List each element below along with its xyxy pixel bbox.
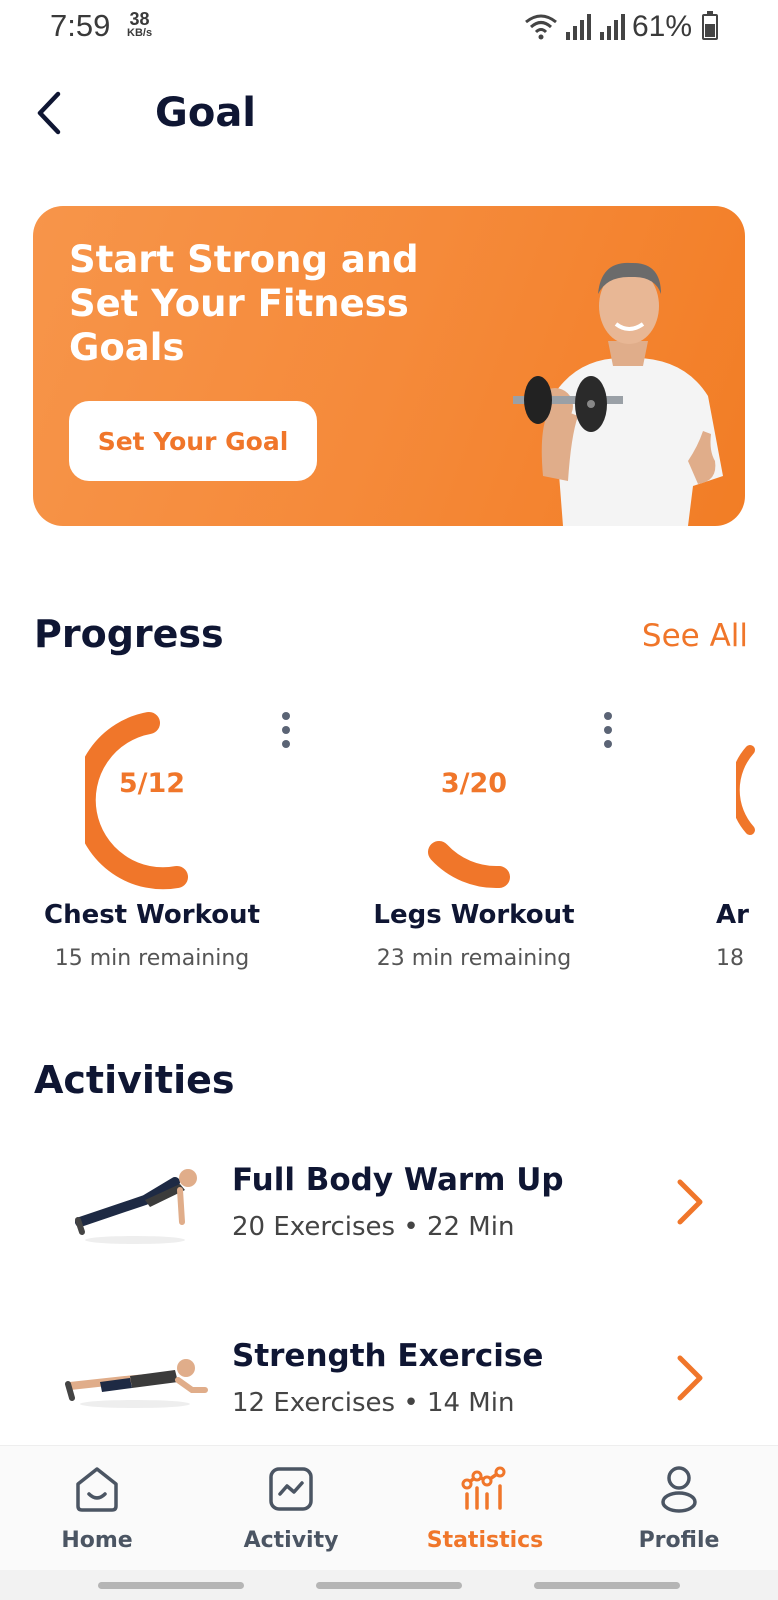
progress-ring	[85, 712, 188, 890]
workout-remaining: 18	[716, 946, 744, 971]
nav-label: Activity	[243, 1528, 339, 1553]
statistics-icon	[461, 1466, 506, 1510]
gesture-pill	[534, 1582, 680, 1589]
system-gesture-bar	[0, 1570, 778, 1600]
activity-icon	[269, 1467, 313, 1511]
hero-title: Start Strong and Set Your Fitness Goals	[69, 238, 419, 369]
profile-icon	[661, 1466, 697, 1513]
status-bar: 7:59 38 KB/s 61%	[0, 0, 778, 56]
plank-illustration	[65, 1359, 208, 1408]
activities-title: Activities	[34, 1058, 235, 1102]
network-speed-value: 38	[129, 9, 150, 29]
wifi-icon	[525, 14, 557, 40]
fitness-man-illustration	[513, 262, 723, 526]
progress-title: Progress	[34, 612, 224, 656]
home-icon	[76, 1467, 118, 1512]
nav-label: Statistics	[426, 1528, 544, 1553]
nav-label: Home	[61, 1528, 133, 1553]
workout-name: Chest Workout	[43, 900, 260, 930]
activity-title: Full Body Warm Up	[232, 1162, 564, 1198]
activity-meta: 12 Exercises • 14 Min	[232, 1388, 515, 1418]
signal-icon	[565, 14, 591, 40]
progress-card-chest[interactable]: 5/12 Chest Workout 15 min remaining	[30, 700, 330, 990]
nav-activity[interactable]: Activity	[194, 1446, 388, 1571]
nav-statistics[interactable]: Statistics	[388, 1446, 582, 1571]
progress-card-partial[interactable]: Ar 18	[700, 700, 778, 990]
back-button[interactable]	[30, 88, 70, 138]
network-speed: 38 KB/s	[127, 10, 152, 39]
page-title: Goal	[155, 90, 257, 136]
progress-card-legs[interactable]: 3/20 Legs Workout 23 min remaining	[352, 700, 652, 990]
chevron-left-icon	[37, 91, 61, 135]
pushup-illustration	[75, 1169, 197, 1244]
battery-percent: 61%	[631, 10, 692, 43]
workout-name: Ar	[716, 900, 749, 930]
activity-title: Strength Exercise	[232, 1338, 544, 1374]
activity-item-full-body[interactable]: Full Body Warm Up 20 Exercises • 22 Min	[0, 1132, 778, 1272]
activity-meta: 20 Exercises • 22 Min	[232, 1212, 515, 1242]
set-goal-button[interactable]: Set Your Goal	[69, 401, 317, 481]
gesture-pill	[316, 1582, 462, 1589]
nav-label: Profile	[638, 1528, 720, 1553]
more-options-icon[interactable]	[598, 710, 618, 750]
nav-home[interactable]: Home	[0, 1446, 194, 1571]
chevron-right-icon	[677, 1179, 703, 1225]
progress-ring	[428, 841, 510, 889]
goal-hero-card: Start Strong and Set Your Fitness Goals …	[33, 206, 745, 526]
workout-remaining: 23 min remaining	[376, 946, 572, 971]
chevron-right-icon	[677, 1355, 703, 1401]
gesture-pill	[98, 1582, 244, 1589]
progress-ring	[736, 745, 755, 835]
network-speed-unit: KB/s	[127, 27, 153, 39]
more-options-icon[interactable]	[276, 710, 296, 750]
bottom-nav: Home Activity Statistics Profile	[0, 1445, 778, 1570]
status-time: 7:59	[50, 8, 111, 43]
signal-icon	[599, 14, 625, 40]
nav-profile[interactable]: Profile	[582, 1446, 776, 1571]
battery-icon	[702, 11, 718, 40]
progress-count: 5/12	[118, 768, 186, 799]
workout-name: Legs Workout	[373, 900, 575, 930]
progress-carousel[interactable]: 5/12 Chest Workout 15 min remaining 3/20…	[0, 700, 778, 990]
workout-remaining: 15 min remaining	[54, 946, 250, 971]
app-header: Goal	[0, 80, 778, 150]
see-all-link[interactable]: See All	[642, 618, 748, 654]
progress-count: 3/20	[440, 768, 508, 799]
activity-item-strength[interactable]: Strength Exercise 12 Exercises • 14 Min	[0, 1308, 778, 1448]
status-icons: 61%	[524, 10, 718, 44]
